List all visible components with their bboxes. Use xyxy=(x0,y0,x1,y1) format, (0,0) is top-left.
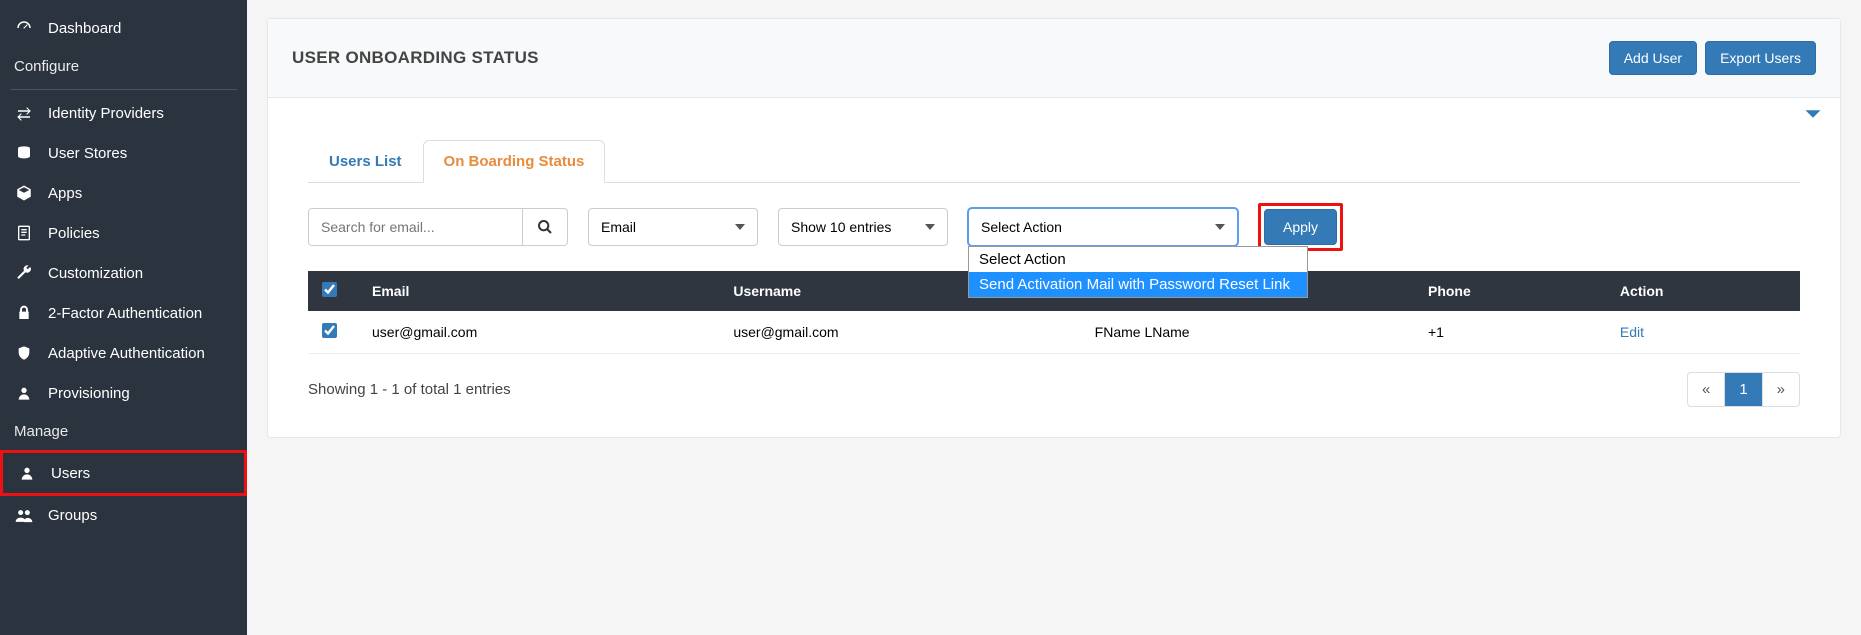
sidebar-item-label: Identity Providers xyxy=(48,105,164,122)
sidebar-item-label: Apps xyxy=(48,185,82,202)
apply-button[interactable]: Apply xyxy=(1264,209,1337,245)
swap-icon xyxy=(14,107,34,121)
user-icon xyxy=(14,384,34,402)
action-select-wrap: Select Action Select Action Send Activat… xyxy=(968,208,1238,246)
page-title: USER ONBOARDING STATUS xyxy=(292,48,539,68)
search-field-select[interactable]: Email xyxy=(588,208,758,246)
row-checkbox[interactable] xyxy=(322,323,337,338)
select-value: Select Action xyxy=(981,219,1062,235)
collapse-icon[interactable] xyxy=(1804,108,1822,120)
col-action: Action xyxy=(1606,271,1800,311)
sidebar-item-user-stores[interactable]: User Stores xyxy=(0,133,247,173)
sidebar-item-policies[interactable]: Policies xyxy=(0,213,247,253)
card-body: Users List On Boarding Status Email xyxy=(268,98,1840,437)
sidebar-item-identity-providers[interactable]: Identity Providers xyxy=(0,94,247,133)
col-email: Email xyxy=(358,271,719,311)
entries-select[interactable]: Show 10 entries xyxy=(778,208,948,246)
action-option-send-activation[interactable]: Send Activation Mail with Password Reset… xyxy=(969,272,1307,297)
sidebar-item-label: Customization xyxy=(48,265,143,282)
action-dropdown: Select Action Send Activation Mail with … xyxy=(968,246,1308,298)
edit-link[interactable]: Edit xyxy=(1606,311,1800,354)
main-content: USER ONBOARDING STATUS Add User Export U… xyxy=(247,0,1861,635)
export-users-button[interactable]: Export Users xyxy=(1705,41,1816,75)
pager-next[interactable]: » xyxy=(1763,373,1799,406)
pager-page-1[interactable]: 1 xyxy=(1725,373,1762,406)
sidebar-item-label: Dashboard xyxy=(48,20,121,37)
wrench-icon xyxy=(14,264,34,282)
search-group xyxy=(308,208,568,246)
sidebar-separator xyxy=(10,89,237,90)
sidebar-item-label: Policies xyxy=(48,225,100,242)
sidebar-item-2fa[interactable]: 2-Factor Authentication xyxy=(0,293,247,333)
tab-users-list[interactable]: Users List xyxy=(308,140,423,183)
select-value: Show 10 entries xyxy=(791,219,891,235)
lock-icon xyxy=(14,304,34,322)
sidebar-item-groups[interactable]: Groups xyxy=(0,496,247,535)
action-select[interactable]: Select Action xyxy=(968,208,1238,246)
sidebar-section-manage: Manage xyxy=(0,413,247,450)
select-value: Email xyxy=(601,219,636,235)
dashboard-icon xyxy=(14,19,34,37)
toolbar: Email Show 10 entries Select Action Sele… xyxy=(308,203,1800,251)
cell-username: user@gmail.com xyxy=(719,311,1080,354)
apply-highlight: Apply xyxy=(1258,203,1343,251)
sidebar: Dashboard Configure Identity Providers U… xyxy=(0,0,247,635)
sidebar-item-adaptive-auth[interactable]: Adaptive Authentication xyxy=(0,333,247,373)
chevron-down-icon xyxy=(1215,224,1225,230)
sidebar-item-label: Provisioning xyxy=(48,385,130,402)
table-row: user@gmail.com user@gmail.com FName LNam… xyxy=(308,311,1800,354)
sidebar-item-users[interactable]: Users xyxy=(0,450,247,496)
doc-icon xyxy=(14,224,34,242)
pagination: « 1 » xyxy=(1687,372,1800,407)
pager-prev[interactable]: « xyxy=(1688,373,1725,406)
users-icon xyxy=(14,508,34,524)
add-user-button[interactable]: Add User xyxy=(1609,41,1697,75)
sidebar-item-label: Adaptive Authentication xyxy=(48,345,205,362)
card-header: USER ONBOARDING STATUS Add User Export U… xyxy=(268,19,1840,98)
sidebar-item-label: Groups xyxy=(48,507,97,524)
cube-icon xyxy=(14,184,34,202)
action-option-default[interactable]: Select Action xyxy=(969,247,1307,272)
user-onboarding-card: USER ONBOARDING STATUS Add User Export U… xyxy=(267,18,1841,438)
cell-phone: +1 xyxy=(1414,311,1606,354)
sidebar-item-provisioning[interactable]: Provisioning xyxy=(0,373,247,413)
sidebar-section-configure: Configure xyxy=(0,48,247,85)
chevron-down-icon xyxy=(735,224,745,230)
search-button[interactable] xyxy=(522,209,567,245)
sidebar-item-apps[interactable]: Apps xyxy=(0,173,247,213)
sidebar-item-label: User Stores xyxy=(48,145,127,162)
search-icon xyxy=(537,219,553,235)
sidebar-item-dashboard[interactable]: Dashboard xyxy=(0,8,247,48)
tabs: Users List On Boarding Status xyxy=(308,140,1800,183)
cell-email: user@gmail.com xyxy=(358,311,719,354)
sidebar-item-label: Users xyxy=(51,465,90,482)
chevron-down-icon xyxy=(925,224,935,230)
search-input[interactable] xyxy=(309,209,522,245)
database-icon xyxy=(14,144,34,162)
sidebar-item-customization[interactable]: Customization xyxy=(0,253,247,293)
header-buttons: Add User Export Users xyxy=(1609,41,1816,75)
col-phone: Phone xyxy=(1414,271,1606,311)
table-footer: Showing 1 - 1 of total 1 entries « 1 » xyxy=(308,372,1800,407)
select-all-checkbox[interactable] xyxy=(322,282,337,297)
user-icon xyxy=(17,464,37,482)
entries-summary: Showing 1 - 1 of total 1 entries xyxy=(308,381,511,398)
sidebar-item-label: 2-Factor Authentication xyxy=(48,305,202,322)
tab-onboarding-status[interactable]: On Boarding Status xyxy=(423,140,606,183)
shield-icon xyxy=(14,344,34,362)
cell-name: FName LName xyxy=(1081,311,1414,354)
